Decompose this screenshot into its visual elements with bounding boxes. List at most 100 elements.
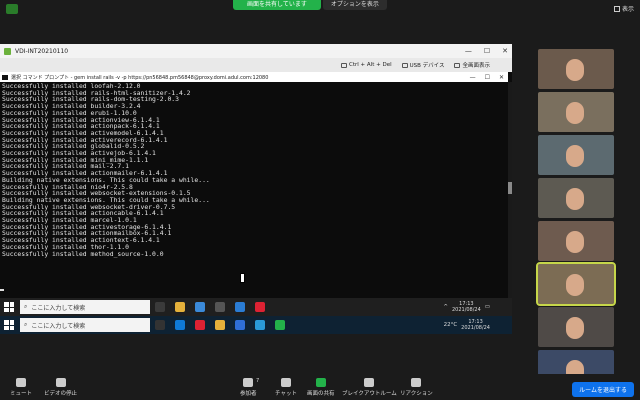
- chrome-icon[interactable]: [255, 302, 265, 312]
- local-start-icon[interactable]: [4, 320, 14, 330]
- keyboard-icon: [341, 62, 348, 68]
- console-line: Successfully installed method_source-1.0…: [2, 249, 164, 258]
- text-cursor: [0, 289, 4, 291]
- local-taskbar: ⌕ ここに入力して検索 22°C 17:13 2021/08/24: [0, 316, 512, 334]
- fullscreen-button[interactable]: 全画面表示: [454, 61, 490, 69]
- cmd-maximize-icon[interactable]: ☐: [485, 74, 490, 81]
- participant-tile[interactable]: [538, 221, 614, 261]
- options-button[interactable]: オプションを表示: [322, 0, 387, 10]
- participant-video: [566, 102, 584, 124]
- participant-gallery: [536, 49, 616, 393]
- reactions-icon: [411, 378, 422, 387]
- remote-search-placeholder: ここに入力して検索: [31, 304, 86, 312]
- ctrl-alt-del-button[interactable]: Ctrl + Alt + Del: [341, 62, 392, 68]
- stop-video-label: ビデオの停止: [44, 391, 78, 397]
- sharing-status: 画面を共有しています: [233, 0, 321, 10]
- participant-video: [566, 274, 584, 296]
- cmd-close-icon[interactable]: ✕: [499, 74, 504, 81]
- search-icon: ⌕: [24, 303, 28, 310]
- remote-tray: ^ 17:13 2021/08/24 ▭: [443, 301, 490, 313]
- remote-date: 2021/08/24: [451, 307, 481, 313]
- participant-video: [566, 317, 584, 339]
- usb-device-button[interactable]: USB デバイス: [401, 61, 445, 69]
- share-screen-label: 画面の共有: [307, 391, 335, 397]
- zoom-shield-icon[interactable]: [6, 4, 18, 14]
- mouse-pointer-icon: [240, 273, 245, 283]
- reactions-label: リアクション: [400, 391, 433, 397]
- participant-video: [566, 188, 584, 210]
- participant-tile[interactable]: [538, 307, 614, 347]
- vdi-toolbar: Ctrl + Alt + Del USB デバイス 全画面表示: [0, 58, 512, 72]
- notification-icon[interactable]: ▭: [485, 304, 490, 310]
- chat-icon: [280, 378, 291, 387]
- tray-chevron-icon[interactable]: ^: [443, 304, 448, 310]
- microphone-icon: [16, 378, 26, 387]
- participant-video: [566, 145, 584, 167]
- video-camera-icon: [55, 378, 66, 387]
- participant-tile[interactable]: [538, 49, 614, 89]
- mail-icon[interactable]: [195, 302, 205, 312]
- share-screen-button[interactable]: 画面の共有: [307, 378, 335, 397]
- local-task-view-icon[interactable]: [155, 320, 165, 330]
- participant-tile[interactable]: [538, 178, 614, 218]
- close-icon[interactable]: ✕: [502, 47, 508, 55]
- local-explorer-icon[interactable]: [215, 320, 225, 330]
- cmd-console[interactable]: Successfully installed loofah-2.12.0 Succ…: [0, 82, 508, 304]
- chat-button[interactable]: チャット: [275, 378, 297, 397]
- vdi-title: VDI-INT20210110: [15, 47, 69, 55]
- local-clock[interactable]: 17:13 2021/08/24: [461, 319, 490, 331]
- ctrl-alt-del-label: Ctrl + Alt + Del: [349, 62, 392, 68]
- remote-taskbar: ⌕ ここに入力して検索 ^ 17:13 2021/08/24 ▭: [0, 298, 512, 316]
- fullscreen-icon: [454, 62, 461, 68]
- vdi-titlebar: VDI-INT20210110 — ☐ ✕: [0, 44, 512, 58]
- reactions-button[interactable]: リアクション: [400, 378, 433, 397]
- local-search-box[interactable]: ⌕ ここに入力して検索: [20, 318, 150, 332]
- grid-icon: [613, 5, 620, 12]
- participants-label: 参加者: [240, 391, 257, 397]
- usb-device-label: USB デバイス: [409, 63, 445, 69]
- windows-start-icon[interactable]: [4, 302, 14, 312]
- cmd-title: 選択 コマンド プロンプト - gem install rails -v -p …: [11, 74, 269, 81]
- cmd-titlebar: 選択 コマンド プロンプト - gem install rails -v -p …: [0, 72, 508, 82]
- minimize-icon[interactable]: —: [465, 47, 472, 55]
- leave-room-button[interactable]: ルームを退出する: [572, 382, 634, 397]
- cmd-minimize-icon[interactable]: —: [470, 74, 476, 81]
- participant-tile[interactable]: [538, 92, 614, 132]
- usb-icon: [401, 62, 408, 68]
- breakout-rooms-icon: [364, 378, 375, 387]
- view-button[interactable]: 表示: [613, 4, 634, 13]
- vdi-logo-icon: [4, 47, 11, 55]
- remote-clock[interactable]: 17:13 2021/08/24: [452, 301, 481, 313]
- local-date: 2021/08/24: [461, 325, 490, 331]
- word-icon[interactable]: [235, 302, 245, 312]
- local-chrome-icon[interactable]: [195, 320, 205, 330]
- cmd-taskbar-icon[interactable]: [215, 302, 225, 312]
- mute-button[interactable]: ミュート: [10, 378, 32, 397]
- breakout-rooms-label: ブレイクアウトルーム: [342, 391, 397, 397]
- explorer-icon[interactable]: [175, 302, 185, 312]
- local-search-placeholder: ここに入力して検索: [31, 322, 86, 330]
- cmd-icon: [2, 74, 8, 80]
- maximize-icon[interactable]: ☐: [484, 47, 490, 55]
- vscode-icon[interactable]: [255, 320, 265, 330]
- scrollbar-thumb[interactable]: [508, 182, 512, 194]
- share-banner: 画面を共有しています オプションを表示: [233, 0, 387, 10]
- console-output: Successfully installed loofah-2.12.0 Succ…: [2, 83, 210, 257]
- task-view-icon[interactable]: [155, 302, 165, 312]
- stop-video-button[interactable]: ビデオの停止: [44, 378, 77, 397]
- participant-tile[interactable]: [536, 262, 616, 306]
- remote-search-box[interactable]: ⌕ ここに入力して検索: [20, 300, 150, 314]
- shared-screen: VDI-INT20210110 — ☐ ✕ Ctrl + Alt + Del U…: [0, 44, 512, 334]
- participants-button[interactable]: 参加者: [240, 378, 257, 397]
- edge-icon[interactable]: [175, 320, 185, 330]
- line-icon[interactable]: [275, 320, 285, 330]
- mute-label: ミュート: [10, 391, 33, 397]
- participant-tile[interactable]: [538, 135, 614, 175]
- local-tray: 22°C 17:13 2021/08/24: [444, 319, 490, 331]
- fullscreen-label: 全画面表示: [462, 63, 490, 69]
- weather-temperature[interactable]: 22°C: [444, 322, 458, 328]
- breakout-rooms-button[interactable]: ブレイクアウトルーム: [342, 378, 397, 397]
- zoom-taskbar-icon[interactable]: [235, 320, 245, 330]
- share-screen-icon: [315, 378, 326, 387]
- participant-video: [566, 59, 584, 81]
